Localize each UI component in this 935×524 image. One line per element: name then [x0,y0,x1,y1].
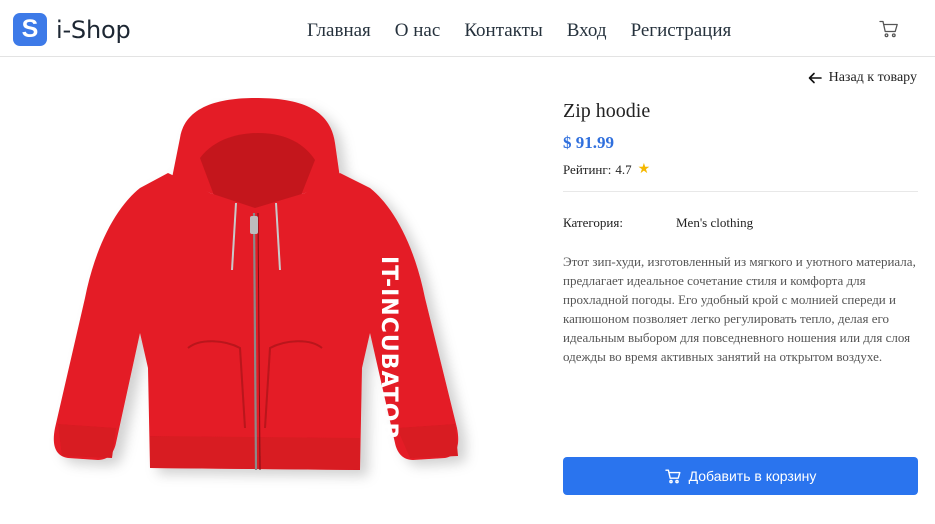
nav-home[interactable]: Главная [307,20,371,42]
product-image: IT-INCUBATOR [53,98,459,471]
star-icon: ★ [637,162,651,177]
nav-contacts[interactable]: Контакты [464,20,542,42]
product-title: Zip hoodie [563,100,651,122]
nav-register[interactable]: Регистрация [631,20,732,42]
product-price: $ 91.99 [563,133,614,152]
product-category: Категория: Men's clothing [563,214,918,232]
logo-badge: S [13,13,47,46]
category-value: Men's clothing [676,215,754,230]
divider [563,191,918,192]
sleeve-print: IT-INCUBATOR [376,256,401,440]
logo-text: i-Shop [56,15,131,44]
rating-label: Рейтинг: [563,162,612,177]
product-description: Этот зип-худи, изготовленный из мягкого … [563,254,916,364]
logo[interactable]: S i-Shop [13,13,131,46]
add-to-cart-label: Добавить в корзину [688,468,817,484]
category-label: Категория: [563,215,623,230]
logo-letter: S [21,15,39,43]
product-details: Zip hoodie $ 91.99 Рейтинг: 4.7 ★ Катего… [563,98,918,366]
product-rating: Рейтинг: 4.7 ★ [563,161,918,179]
nav-about[interactable]: О нас [395,20,441,42]
site-header: S i-Shop Главная О нас Контакты Вход Рег… [0,0,935,57]
add-to-cart-button[interactable]: Добавить в корзину [563,457,918,495]
nav-login[interactable]: Вход [567,20,607,42]
main-nav: Главная О нас Контакты Вход Регистрация [307,20,755,42]
cart-icon [664,469,681,483]
rating-value: 4.7 [615,162,632,177]
back-to-product-link[interactable]: Назад к товару [808,70,917,86]
cart-icon[interactable] [879,20,899,38]
back-link-label: Назад к товару [828,70,917,85]
arrow-left-icon [808,72,822,84]
